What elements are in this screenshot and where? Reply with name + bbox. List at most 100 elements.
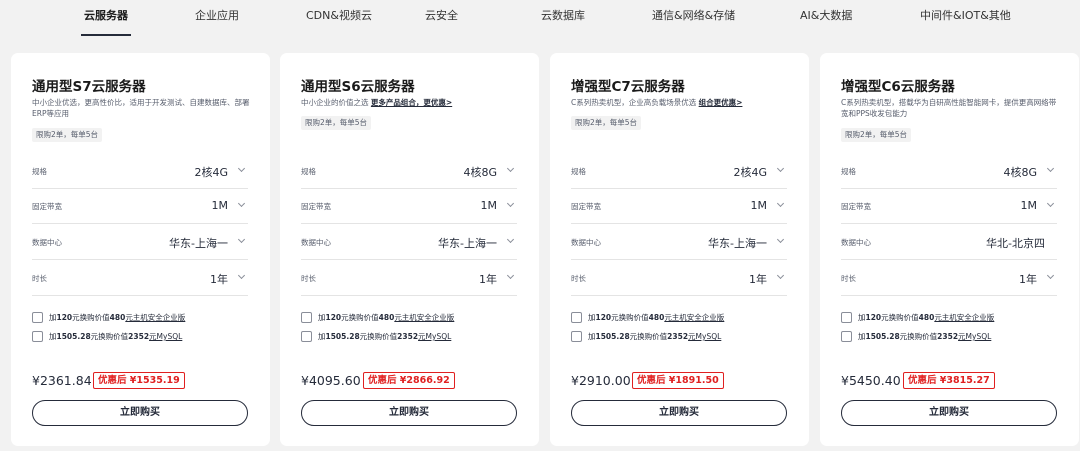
buy-now-button[interactable]: 立即购买 xyxy=(301,400,517,426)
original-price: ¥5450.40 xyxy=(841,373,901,388)
spec-select[interactable]: 2核4G xyxy=(194,164,228,180)
bandwidth-label: 固定带宽 xyxy=(571,202,601,211)
chevron-down-icon[interactable] xyxy=(775,236,785,246)
addon-checkbox[interactable] xyxy=(32,331,43,342)
duration-label: 时长 xyxy=(32,274,47,283)
addon-checkbox[interactable] xyxy=(571,312,582,323)
chevron-down-icon[interactable] xyxy=(1045,200,1055,210)
chevron-down-icon[interactable] xyxy=(1045,272,1055,282)
tab-cloud-server[interactable]: 云服务器 xyxy=(81,0,131,36)
datacenter-row: 数据中心 华东-上海一 xyxy=(32,225,248,260)
buy-now-button[interactable]: 立即购买 xyxy=(841,400,1057,426)
datacenter-select[interactable]: 华北-北京四 xyxy=(986,235,1045,251)
addon-label: 加1505.28元换购价值2352元MySQL xyxy=(49,332,183,341)
duration-select[interactable]: 1年 xyxy=(1019,271,1037,287)
duration-row: 时长 1年 xyxy=(571,261,787,296)
tab-cdn-video[interactable]: CDN&视频云 xyxy=(306,0,372,36)
addon-checkbox[interactable] xyxy=(301,331,312,342)
tab-ai-bigdata[interactable]: AI&大数据 xyxy=(800,0,852,36)
tab-cloud-security[interactable]: 云安全 xyxy=(425,0,458,36)
original-price: ¥2361.84 xyxy=(32,373,92,388)
datacenter-select[interactable]: 华东-上海一 xyxy=(169,235,228,251)
spec-label: 规格 xyxy=(32,167,47,176)
card-description: 中小企业的价值之选 更多产品组合，更优惠> xyxy=(301,97,521,108)
datacenter-row: 数据中心 华东-上海一 xyxy=(301,225,517,260)
duration-select[interactable]: 1年 xyxy=(210,271,228,287)
discount-price-badge: 优惠后 ¥1535.19 xyxy=(93,372,185,389)
chevron-down-icon[interactable] xyxy=(505,236,515,246)
spec-label: 规格 xyxy=(841,167,856,176)
spec-label: 规格 xyxy=(571,167,586,176)
addon-checkbox[interactable] xyxy=(32,312,43,323)
chevron-down-icon[interactable] xyxy=(775,272,785,282)
spec-select[interactable]: 2核4G xyxy=(733,164,767,180)
card-description-link[interactable]: 组合更优惠> xyxy=(699,98,743,107)
duration-select[interactable]: 1年 xyxy=(749,271,767,287)
tab-comm-network-storage[interactable]: 通信&网络&存储 xyxy=(652,0,735,36)
addon-label: 加120元换购价值480元主机安全企业版 xyxy=(858,313,995,322)
addon-label: 加120元换购价值480元主机安全企业版 xyxy=(588,313,725,322)
chevron-down-icon[interactable] xyxy=(1045,165,1055,175)
card-title: 增强型C7云服务器 xyxy=(571,79,685,95)
addon-checkbox[interactable] xyxy=(571,331,582,342)
bandwidth-select[interactable]: 1M xyxy=(212,199,229,212)
spec-row: 规格 2核4G xyxy=(571,154,787,189)
bandwidth-select[interactable]: 1M xyxy=(481,199,498,212)
chevron-down-icon[interactable] xyxy=(775,200,785,210)
datacenter-label: 数据中心 xyxy=(301,238,331,247)
addon-checkbox[interactable] xyxy=(841,331,852,342)
datacenter-label: 数据中心 xyxy=(571,238,601,247)
bandwidth-label: 固定带宽 xyxy=(32,202,62,211)
card-description-text: 中小企业优选，更高性价比，适用于开发测试、自建数据库、部署ERP等应用 xyxy=(32,98,250,118)
card-description-link[interactable]: 更多产品组合，更优惠> xyxy=(371,98,452,107)
chevron-down-icon[interactable] xyxy=(236,272,246,282)
product-card-s6: 通用型S6云服务器 中小企业的价值之选 更多产品组合，更优惠> 限购2单，每单5… xyxy=(280,53,539,446)
addon-label: 加1505.28元换购价值2352元MySQL xyxy=(318,332,452,341)
bandwidth-select[interactable]: 1M xyxy=(1021,199,1038,212)
addon-label: 加120元换购价值480元主机安全企业版 xyxy=(318,313,455,322)
purchase-limit-badge: 限购2单，每单5台 xyxy=(32,128,103,142)
card-description-text: C系列热卖机型，搭载华为自研高性能智能网卡，提供更高网络带宽和PPS收发包能力 xyxy=(841,98,1057,118)
datacenter-row: 数据中心 华东-上海一 xyxy=(571,225,787,260)
card-title: 通用型S6云服务器 xyxy=(301,79,415,95)
chevron-down-icon[interactable] xyxy=(505,165,515,175)
duration-select[interactable]: 1年 xyxy=(479,271,497,287)
chevron-down-icon[interactable] xyxy=(505,272,515,282)
duration-label: 时长 xyxy=(301,274,316,283)
spec-label: 规格 xyxy=(301,167,316,176)
addon-label: 加1505.28元换购价值2352元MySQL xyxy=(858,332,992,341)
discount-price-badge: 优惠后 ¥3815.27 xyxy=(903,372,995,389)
spec-select[interactable]: 4核8G xyxy=(1003,164,1037,180)
chevron-down-icon[interactable] xyxy=(775,165,785,175)
spec-select[interactable]: 4核8G xyxy=(463,164,497,180)
bandwidth-label: 固定带宽 xyxy=(301,202,331,211)
tab-cloud-database[interactable]: 云数据库 xyxy=(541,0,585,36)
buy-now-button[interactable]: 立即购买 xyxy=(571,400,787,426)
purchase-limit-badge: 限购2单，每单5台 xyxy=(571,116,642,130)
original-price: ¥2910.00 xyxy=(571,373,631,388)
buy-now-button[interactable]: 立即购买 xyxy=(32,400,248,426)
tab-middleware-iot[interactable]: 中间件&IOT&其他 xyxy=(920,0,1011,36)
card-description: C系列热卖机型，企业高负载场景优选 组合更优惠> xyxy=(571,97,791,108)
datacenter-select[interactable]: 华东-上海一 xyxy=(438,235,497,251)
purchase-limit-badge: 限购2单，每单5台 xyxy=(301,116,372,130)
chevron-down-icon[interactable] xyxy=(236,200,246,210)
bandwidth-row: 固定带宽 1M xyxy=(571,189,787,224)
bandwidth-select[interactable]: 1M xyxy=(751,199,768,212)
datacenter-select[interactable]: 华东-上海一 xyxy=(708,235,767,251)
card-description: C系列热卖机型，搭载华为自研高性能智能网卡，提供更高网络带宽和PPS收发包能力 xyxy=(841,97,1061,119)
addon-checkbox[interactable] xyxy=(841,312,852,323)
datacenter-label: 数据中心 xyxy=(32,238,62,247)
spec-row: 规格 4核8G xyxy=(841,154,1057,189)
chevron-down-icon[interactable] xyxy=(236,165,246,175)
bandwidth-row: 固定带宽 1M xyxy=(301,189,517,224)
datacenter-row: 数据中心 华北-北京四 xyxy=(841,225,1057,260)
chevron-down-icon[interactable] xyxy=(505,200,515,210)
tab-enterprise-apps[interactable]: 企业应用 xyxy=(195,0,239,36)
card-title: 增强型C6云服务器 xyxy=(841,79,955,95)
chevron-down-icon[interactable] xyxy=(236,236,246,246)
addon-checkbox[interactable] xyxy=(301,312,312,323)
card-description-text: 中小企业的价值之选 xyxy=(301,98,371,107)
addon-label: 加120元换购价值480元主机安全企业版 xyxy=(49,313,186,322)
product-card-c6: 增强型C6云服务器 C系列热卖机型，搭载华为自研高性能智能网卡，提供更高网络带宽… xyxy=(820,53,1079,446)
